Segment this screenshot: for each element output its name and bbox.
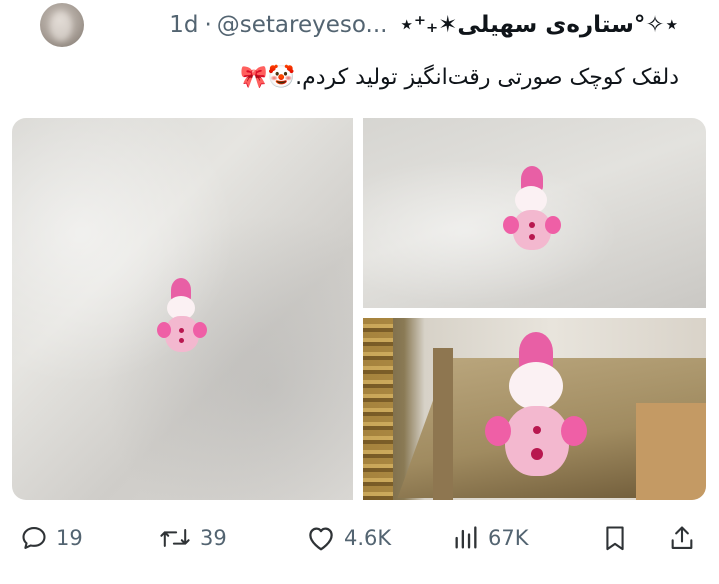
repost-button[interactable]: 39 [158, 522, 227, 554]
comment-bubble-icon [20, 524, 48, 552]
views-button[interactable]: 67K [452, 522, 529, 554]
photo-clown-on-books[interactable] [363, 318, 706, 500]
clown-figurine [501, 166, 565, 254]
media-gallery [12, 118, 706, 500]
clown-figurine [485, 332, 587, 482]
display-name[interactable]: ⋆⁺₊✶ستاره‌ی سهیلی°✧⋆ [399, 12, 679, 38]
heart-icon [306, 524, 336, 552]
share-upload-icon [668, 524, 696, 552]
bookmark-icon [602, 524, 628, 552]
user-handle[interactable]: @setareyeso... [217, 12, 388, 38]
reply-count: 19 [56, 526, 83, 550]
like-count: 4.6K [344, 526, 392, 550]
wooden-block [636, 403, 706, 500]
meta-separator: · [204, 12, 212, 38]
reply-button[interactable]: 19 [20, 522, 83, 554]
bar-chart-icon [452, 524, 480, 552]
avatar[interactable] [40, 3, 84, 47]
post-meta: 1d · @setareyeso... ⋆⁺₊✶ستاره‌ی سهیلی°✧⋆ [169, 6, 679, 44]
clown-figurine [157, 278, 209, 358]
like-button[interactable]: 4.6K [306, 522, 391, 554]
photo-clown-closeup-sheet[interactable] [363, 118, 706, 308]
photo-clown-on-sheet[interactable] [12, 118, 353, 500]
book-spine [433, 348, 453, 500]
post-header: 1d · @setareyeso... ⋆⁺₊✶ستاره‌ی سهیلی°✧⋆ [0, 0, 719, 52]
post-text: دلقک کوچک صورتی رقت‌انگیز تولید کردم.🤡🎀 [240, 65, 679, 90]
action-bar: 19 39 4.6K 67K [0, 510, 719, 566]
repost-arrows-icon [158, 524, 192, 552]
views-count: 67K [488, 526, 529, 550]
share-button[interactable] [668, 522, 696, 554]
keychain-chain [363, 318, 393, 500]
repost-count: 39 [200, 526, 227, 550]
bookmark-button[interactable] [602, 522, 628, 554]
post-timestamp[interactable]: 1d [169, 12, 198, 38]
